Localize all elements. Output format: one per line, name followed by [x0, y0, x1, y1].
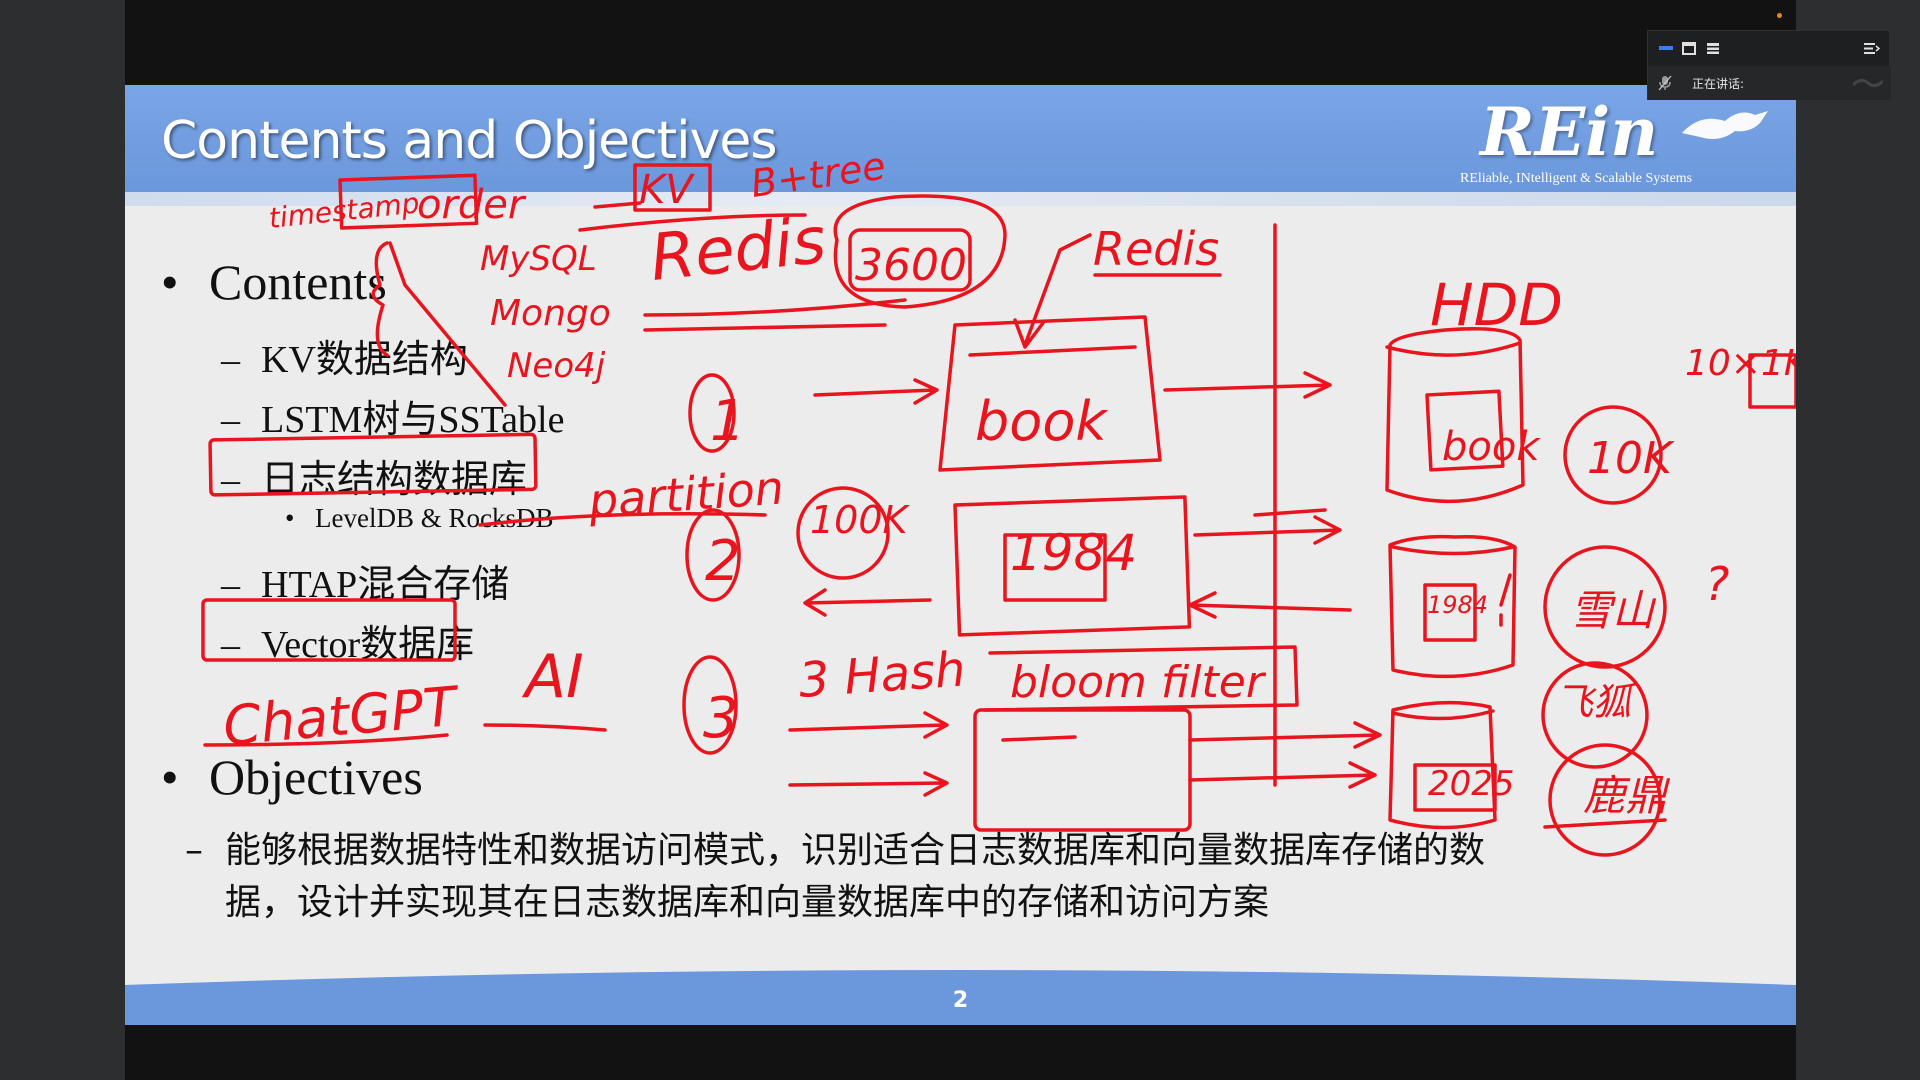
top-black-bar	[125, 0, 1796, 85]
annotation-1984-hdd: 1984	[1427, 591, 1488, 619]
slide-title: Contents and Objectives	[161, 111, 777, 171]
meeting-toolbar	[1648, 31, 1891, 65]
window-icon[interactable]	[1681, 40, 1697, 56]
contents-item-vector: – Vector数据库	[221, 613, 474, 668]
presentation-slide: Contents and Objectives REin REliable, I…	[125, 85, 1796, 1025]
dash: –	[221, 459, 240, 501]
logo-text: REin	[1480, 93, 1659, 171]
annotation-chatgpt: ChatGPT	[221, 674, 463, 757]
contents-heading: • Contents	[161, 253, 387, 311]
annotation-xueshan: 雪山	[1570, 586, 1657, 635]
annotation-3hash: 3 Hash	[797, 641, 967, 708]
annotation-partition: partition	[586, 460, 786, 528]
contents-item-kv: – KV数据结构	[221, 328, 468, 383]
annotation-book-center: book	[975, 390, 1109, 453]
page-number: 2	[952, 988, 969, 1013]
objective-line-1: 能够根据数据特性和数据访问模式，识别适合日志数据库和向量数据库存储的数	[225, 830, 1486, 871]
annotation-neo4j: Neo4j	[507, 346, 606, 386]
bottom-black-bar	[125, 1025, 1796, 1080]
bullet-dot: •	[285, 503, 295, 533]
annotation-redis-center: Redis	[1093, 222, 1219, 276]
meeting-floating-panel: 正在讲话:	[1647, 30, 1891, 100]
annotation-10k: 10K	[1587, 433, 1675, 484]
annotation-3600: 3600	[855, 240, 967, 291]
annotation-100k: 100K	[810, 498, 911, 542]
rein-logo: REin REliable, INtelligent & Scalable Sy…	[1460, 93, 1770, 193]
contents-item-label: 日志结构数据库	[261, 459, 528, 501]
bullet-dot: •	[161, 254, 179, 310]
annotation-num-2: 2	[705, 529, 741, 594]
contents-item-lstm: – LSTM树与SSTable	[221, 388, 564, 443]
dash: –	[221, 564, 240, 606]
annotation-question-mark: ?	[1705, 557, 1729, 611]
dash: –	[221, 624, 240, 666]
annotation-10x1k: 10×1K	[1685, 343, 1796, 384]
objectives-heading: • Objectives	[161, 748, 423, 806]
annotation-1984-center: 1984	[1010, 524, 1137, 582]
dash: –	[221, 339, 240, 381]
contents-item-label: Vector数据库	[261, 624, 475, 666]
contents-heading-text: Contents	[209, 254, 387, 310]
speaking-indicator: 正在讲话:	[1648, 66, 1891, 100]
annotation-ai: AI	[521, 642, 584, 712]
speaking-label: 正在讲话:	[1692, 77, 1745, 91]
contents-item-htap: – HTAP混合存储	[221, 553, 509, 608]
annotation-2025: 2025	[1428, 764, 1515, 804]
annotation-mysql: MySQL	[480, 239, 597, 279]
right-margin	[1796, 0, 1920, 1080]
annotation-feihu: 飞狐	[1555, 680, 1637, 724]
slide-header-stripe	[125, 192, 1796, 206]
contents-subitem-leveldb: • LevelDB & RocksDB	[285, 503, 553, 534]
list-icon[interactable]	[1705, 40, 1721, 56]
objective-line-2: 据，设计并实现其在日志数据库和向量数据库中的存储和访问方案	[225, 882, 1270, 923]
contents-item-log-db: – 日志结构数据库	[221, 448, 527, 503]
minimize-icon[interactable]	[1658, 40, 1674, 56]
annotation-book-hdd: book	[1442, 424, 1541, 470]
annotation-num-1: 1	[710, 389, 746, 454]
contents-item-label: KV数据结构	[261, 339, 468, 381]
dash: –	[221, 399, 240, 441]
microphone-icon	[1658, 75, 1672, 91]
contents-subitem-label: LevelDB & RocksDB	[315, 503, 554, 533]
annotation-num-3: 3	[703, 686, 739, 751]
logo-tagline: REliable, INtelligent & Scalable Systems	[1460, 171, 1693, 186]
annotation-luding: 鹿鼎	[1583, 771, 1671, 820]
menu-expand-icon[interactable]	[1863, 40, 1881, 56]
contents-item-label: LSTM树与SSTable	[261, 399, 565, 441]
annotation-bloom-filter: bloom filter	[1010, 657, 1267, 708]
contents-item-label: HTAP混合存储	[261, 564, 510, 606]
horse-logo-icon	[1682, 111, 1768, 139]
left-margin	[0, 0, 125, 1080]
bullet-dot: •	[161, 749, 179, 805]
recording-indicator-icon	[1777, 13, 1782, 18]
annotation-redis-top: Redis	[647, 204, 829, 296]
annotation-hdd: HDD	[1430, 271, 1563, 339]
dash: –	[185, 830, 203, 871]
objective-text: – 能够根据数据特性和数据访问模式，识别适合日志数据库和向量数据库存储的数 据，…	[185, 825, 1785, 929]
audio-wave-icon	[1853, 78, 1883, 88]
objectives-heading-text: Objectives	[209, 749, 423, 805]
annotation-mongo: Mongo	[490, 293, 611, 334]
